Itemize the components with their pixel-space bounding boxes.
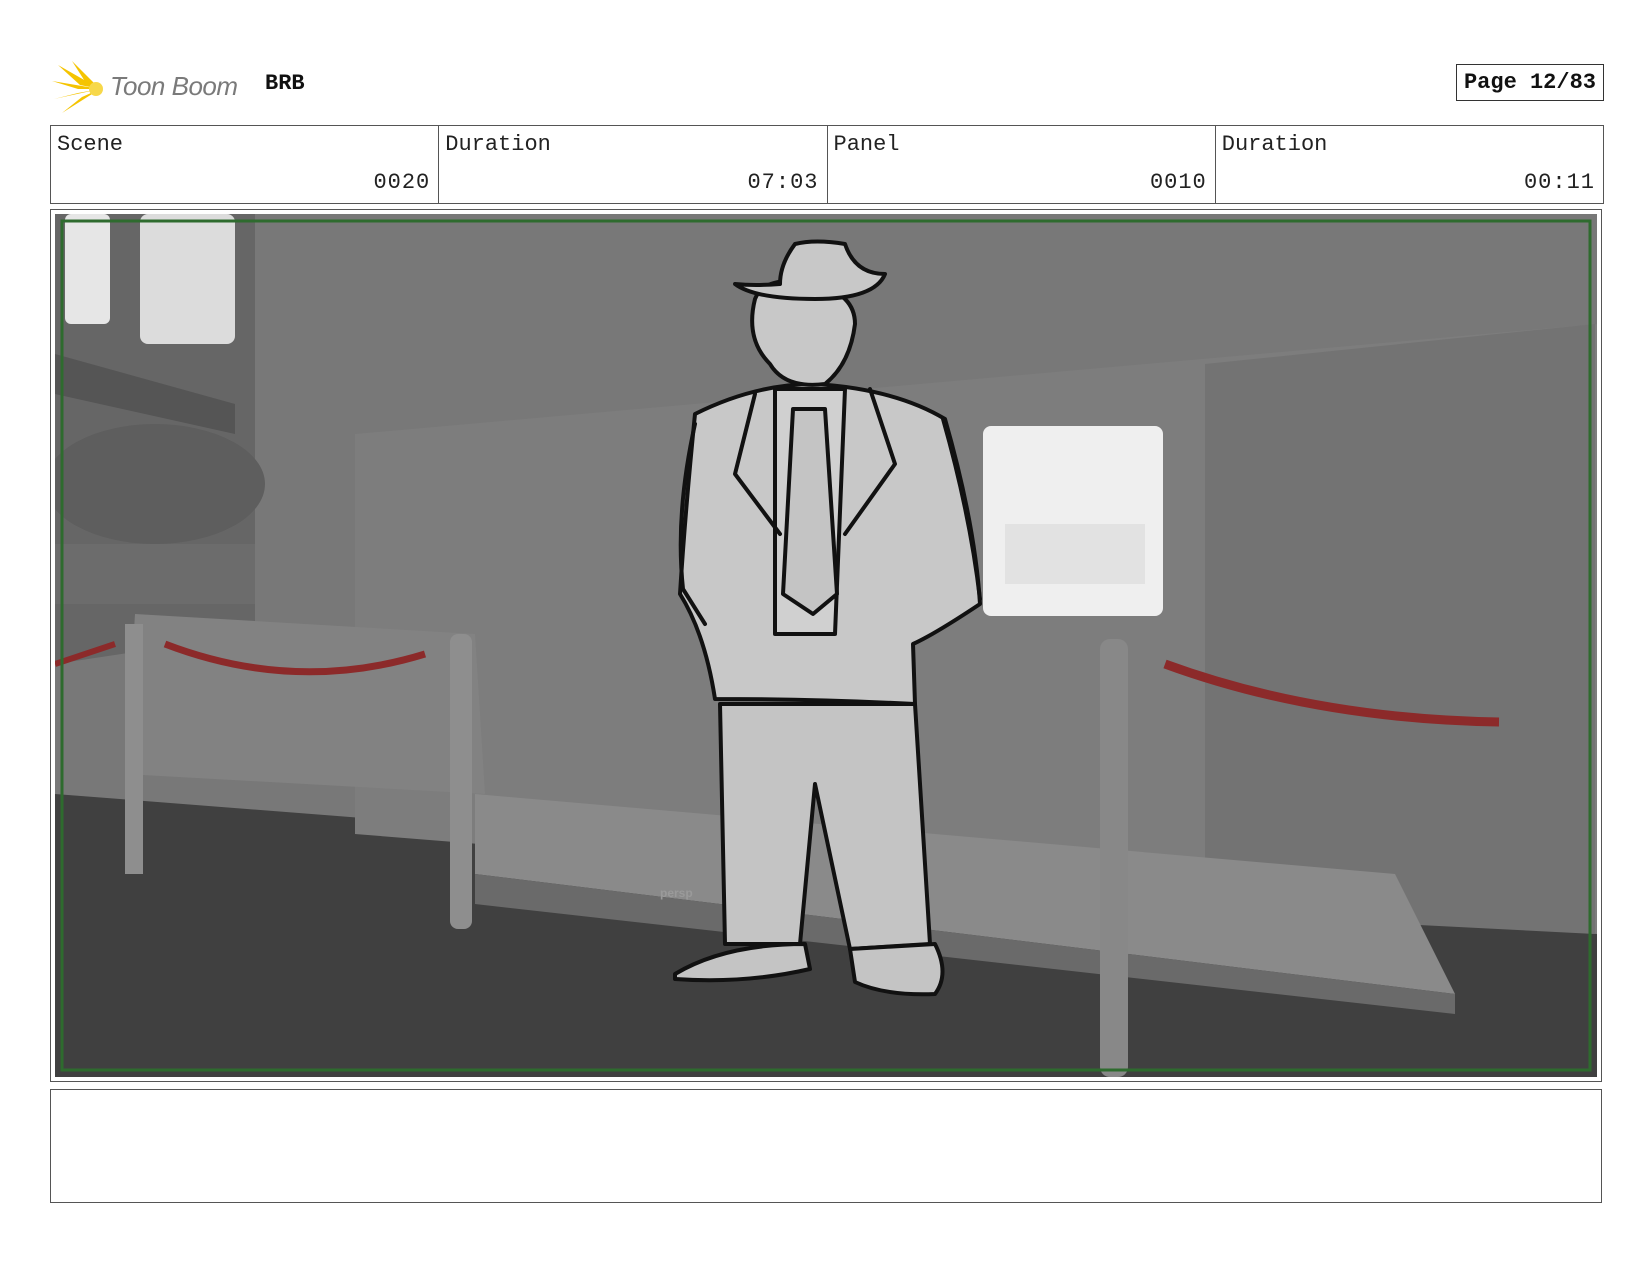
project-name: BRB [265,71,305,96]
panel-label: Panel [833,132,900,157]
scene-label: Scene [57,132,124,157]
storyboard-panel: persp [50,209,1602,1082]
panel-duration-cell: Duration 00:11 [1216,126,1603,203]
toon-boom-logo: Toon Boom [50,59,250,115]
scene-cell: Scene 0020 [51,126,440,203]
page-number: Page 12/83 [1455,64,1604,101]
scene-value: 0020 [373,170,431,195]
scene-duration-value: 07:03 [747,170,819,195]
viewport-label: persp [660,886,693,900]
brand-name: Toon Boom [110,71,238,101]
panel-cell: Panel 0010 [828,126,1216,203]
panel-duration-value: 00:11 [1523,170,1595,195]
scene-duration-label: Duration [445,132,551,157]
panel-drawing: persp [55,214,1597,1077]
panel-notes-box[interactable] [50,1089,1602,1203]
starburst-icon [52,61,103,113]
scene-info-row: Scene 0020 Duration 07:03 Panel 0010 Dur… [50,125,1604,204]
panel-value: 0010 [1149,170,1207,195]
page-header: Toon Boom BRB Page 12/83 [50,55,1604,115]
scene-duration-cell: Duration 07:03 [439,126,828,203]
panel-duration-label: Duration [1221,132,1328,157]
